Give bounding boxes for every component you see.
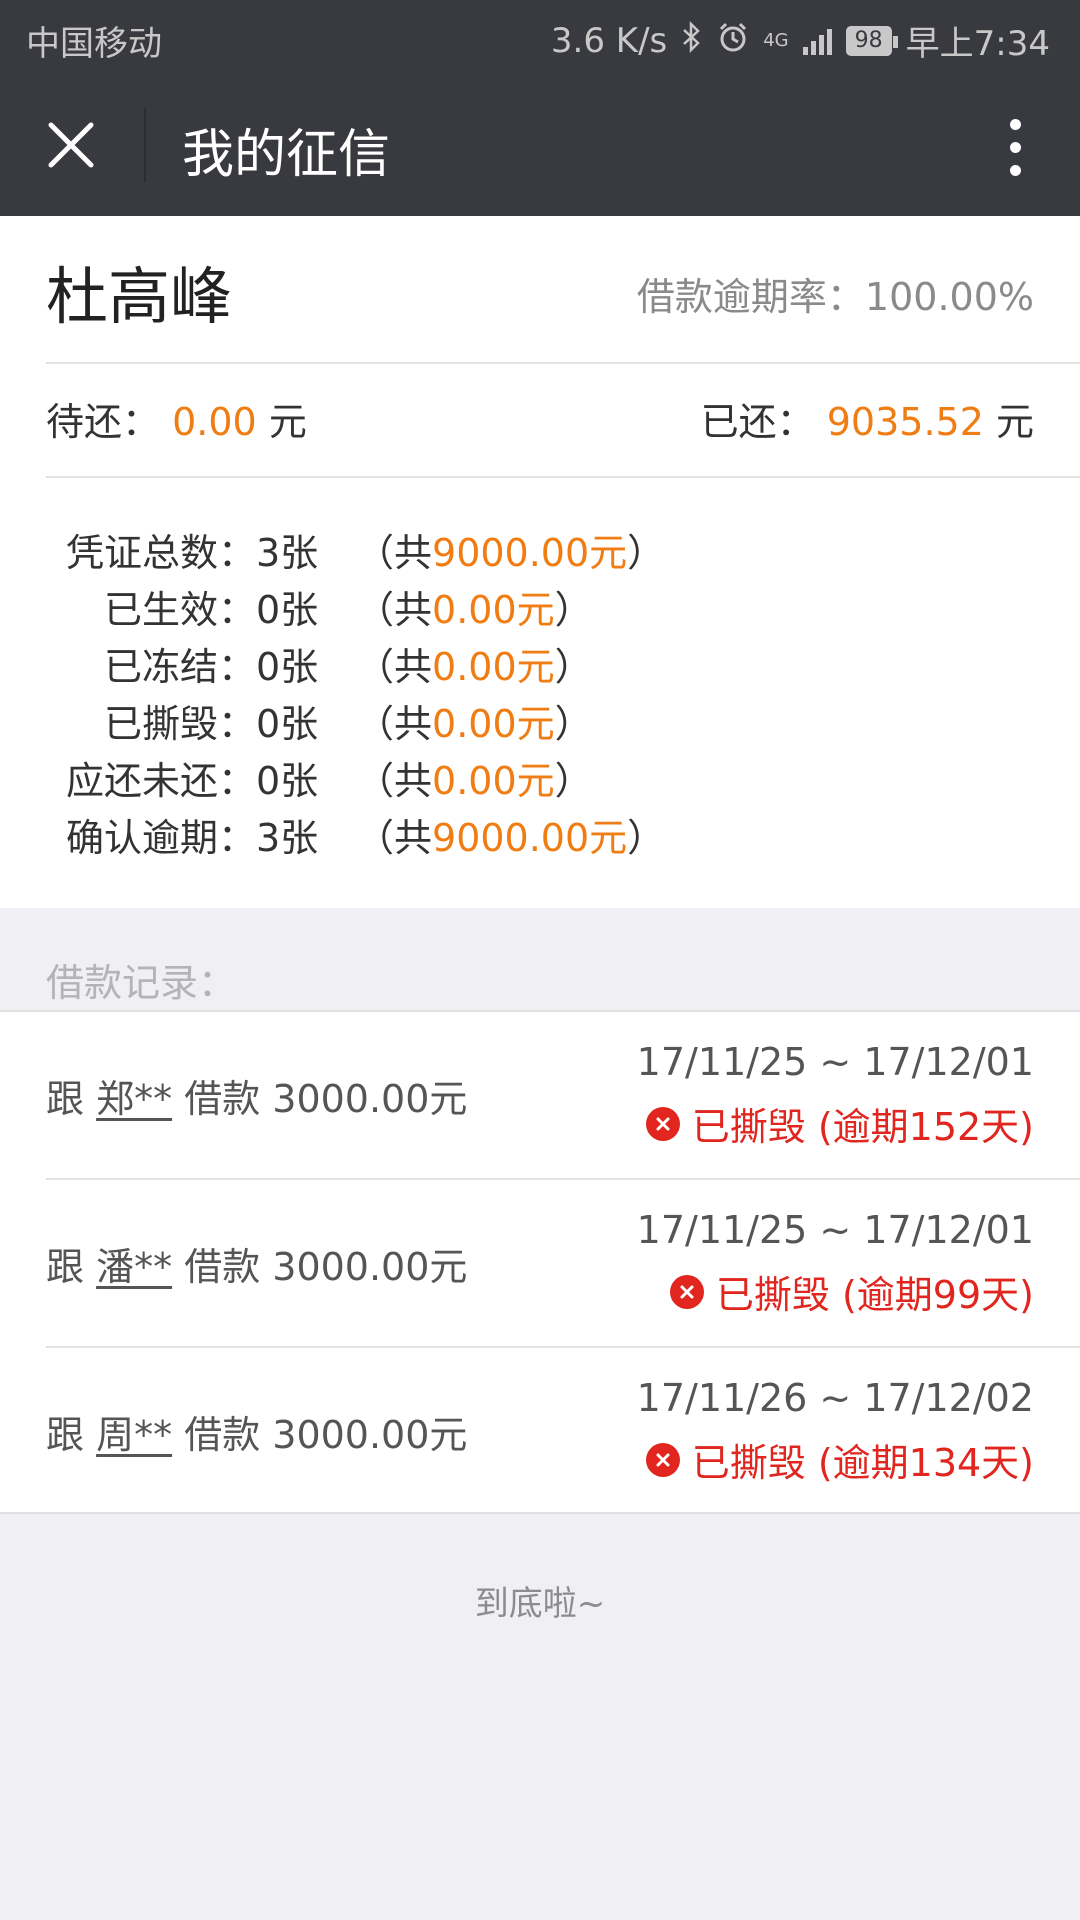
repaid-label: 已还： xyxy=(700,400,815,444)
stat-row: 已撕毁： 0张 （共 0.00元） xyxy=(103,702,593,746)
stat-row: 已生效： 0张 （共 0.00元） xyxy=(103,588,593,632)
lender-link[interactable]: 潘** xyxy=(96,1245,172,1289)
error-x-icon xyxy=(645,1106,680,1141)
stat-row: 应还未还： 0张 （共 0.00元） xyxy=(65,759,593,803)
loan-description: 跟 潘** 借款 3000.00元 xyxy=(46,1245,468,1289)
list-item[interactable]: 跟 潘** 借款 3000.00元 17/11/25 ~ 17/12/01 已撕… xyxy=(0,1180,1080,1348)
network-speed: 3.6 K/s xyxy=(550,20,668,61)
list-item[interactable]: 跟 周** 借款 3000.00元 17/11/26 ~ 17/12/02 已撕… xyxy=(0,1348,1080,1516)
carrier-name: 中国移动 xyxy=(26,24,162,64)
loan-date-range: 17/11/25 ~ 17/12/01 xyxy=(636,1208,1034,1252)
status-bar: 中国移动 3.6 K/s 4G 98 早上7:34 xyxy=(0,0,1080,74)
status-badge: 已撕毁 (逾期99天) xyxy=(669,1264,1034,1319)
pending-amount-row: 待还： 0.00 元 xyxy=(46,391,307,446)
overdue-rate-label: 借款逾期率： xyxy=(636,275,865,319)
pending-unit: 元 xyxy=(268,400,307,444)
error-x-icon xyxy=(669,1274,704,1309)
stat-row: 凭证总数： 3张 （共 9000.00元） xyxy=(65,531,666,575)
divider xyxy=(46,362,1080,364)
voucher-stats: 凭证总数： 3张 （共 9000.00元） 已生效： 0张 （共 0.00元） … xyxy=(46,522,665,864)
loan-records-list: 跟 郑** 借款 3000.00元 17/11/25 ~ 17/12/01 已撕… xyxy=(0,1012,1080,1514)
loan-records-header: 借款记录： xyxy=(0,908,1080,1012)
close-button[interactable] xyxy=(28,102,114,188)
network-type: 4G xyxy=(763,30,789,51)
lender-link[interactable]: 郑** xyxy=(96,1077,172,1121)
error-x-icon xyxy=(645,1442,680,1477)
pending-label: 待还： xyxy=(46,400,161,444)
divider xyxy=(46,476,1080,478)
repaid-unit: 元 xyxy=(995,400,1034,444)
stat-row: 已冻结： 0张 （共 0.00元） xyxy=(103,645,593,689)
status-icons: 3.6 K/s 4G 98 早上7:34 xyxy=(551,16,1050,65)
clock: 早上7:34 xyxy=(905,24,1050,64)
overdue-rate: 借款逾期率：100.00% xyxy=(637,266,1034,321)
signal-icon xyxy=(802,27,832,55)
status-badge: 已撕毁 (逾期134天) xyxy=(645,1432,1034,1487)
bluetooth-icon xyxy=(681,20,703,61)
title-divider xyxy=(144,108,146,182)
user-name: 杜高峰 xyxy=(46,260,233,333)
loan-description: 跟 周** 借款 3000.00元 xyxy=(46,1413,468,1457)
repaid-amount: 9035.52 xyxy=(826,400,984,444)
list-item[interactable]: 跟 郑** 借款 3000.00元 17/11/25 ~ 17/12/01 已撕… xyxy=(0,1012,1080,1180)
lender-link[interactable]: 周** xyxy=(96,1413,172,1457)
loan-date-range: 17/11/26 ~ 17/12/02 xyxy=(636,1376,1034,1420)
repaid-amount-row: 已还： 9035.52 元 xyxy=(701,391,1034,446)
loan-description: 跟 郑** 借款 3000.00元 xyxy=(46,1077,468,1121)
overdue-rate-value: 100.00% xyxy=(864,275,1034,319)
credit-summary-card: 杜高峰 借款逾期率：100.00% 待还： 0.00 元 已还： 9035.52… xyxy=(0,216,1080,908)
status-badge: 已撕毁 (逾期152天) xyxy=(645,1096,1034,1151)
loan-date-range: 17/11/25 ~ 17/12/01 xyxy=(636,1040,1034,1084)
close-icon xyxy=(48,122,94,168)
stat-row: 确认逾期： 3张 （共 9000.00元） xyxy=(65,816,666,860)
more-vertical-icon xyxy=(1009,118,1021,130)
section-title: 借款记录： xyxy=(46,961,237,1005)
page-title: 我的征信 xyxy=(182,125,391,185)
pending-amount: 0.00 xyxy=(172,400,257,444)
more-options-button[interactable] xyxy=(984,110,1046,184)
alarm-icon xyxy=(717,21,749,61)
end-of-list-text: 到底啦~ xyxy=(474,1584,606,1624)
title-bar: 我的征信 xyxy=(0,74,1080,216)
battery-icon: 98 xyxy=(845,25,898,56)
